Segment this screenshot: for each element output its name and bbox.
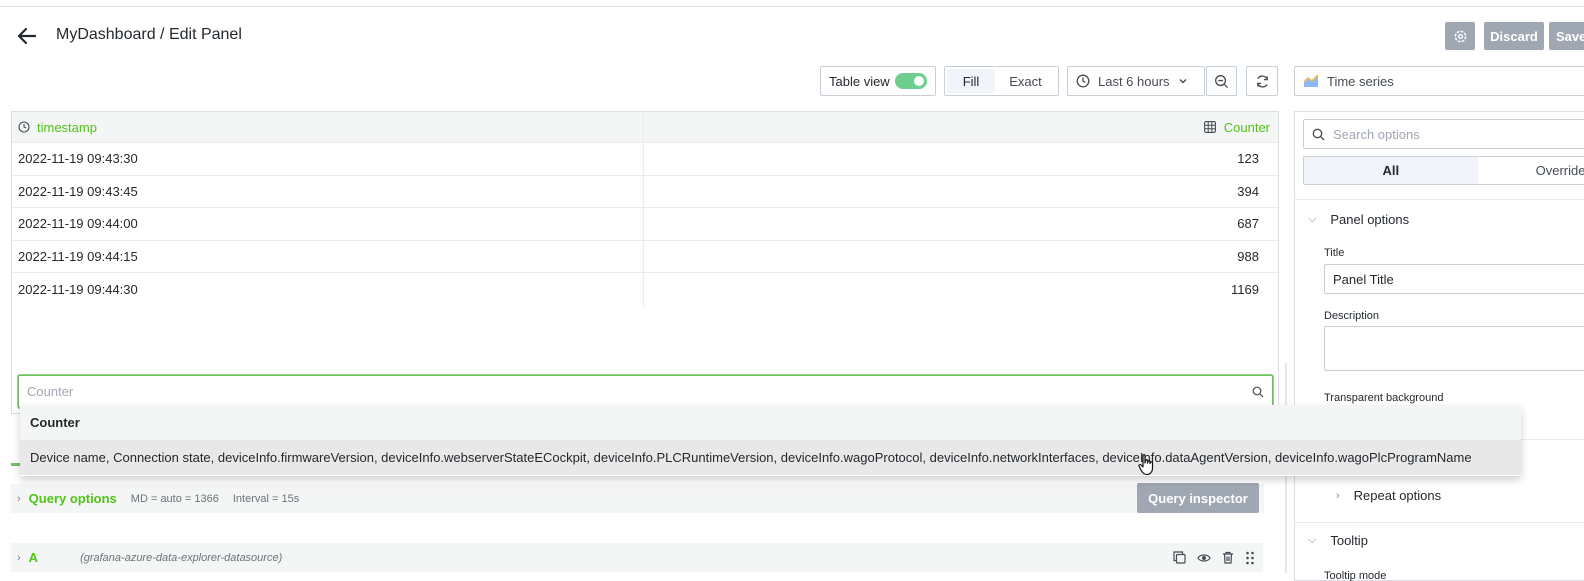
top-divider xyxy=(0,6,1584,7)
counter-cell: 394 xyxy=(1237,183,1259,199)
table-row: 2022-11-19 09:44:30 1169 xyxy=(12,273,1278,306)
table-row: 2022-11-19 09:43:45 394 xyxy=(12,175,1278,208)
repeat-options-header[interactable]: › Repeat options xyxy=(1336,488,1441,503)
table-row: 2022-11-19 09:44:15 988 xyxy=(12,240,1278,273)
discard-button[interactable]: Discard xyxy=(1484,22,1544,50)
visualization-label: Time series xyxy=(1327,73,1394,89)
options-tab-switcher: All Overrides xyxy=(1303,156,1584,185)
table-panel: timestamp Counter 2022-11-19 09:43:30 12… xyxy=(11,111,1279,414)
drag-handle-icon[interactable] xyxy=(1245,551,1255,565)
tooltip-header[interactable]: ⌵ Tooltip xyxy=(1308,533,1368,548)
panel-title-input[interactable] xyxy=(1324,264,1584,294)
interval-value: Interval = 15s xyxy=(232,492,300,505)
chevron-down-icon: ⌵ xyxy=(1308,213,1317,225)
field-select[interactable] xyxy=(18,375,1273,408)
tab-all[interactable]: All xyxy=(1304,157,1478,184)
tooltip-mode-label: Tooltip mode xyxy=(1324,570,1387,581)
exact-option[interactable]: Exact xyxy=(995,69,1056,93)
eye-icon[interactable] xyxy=(1197,552,1211,564)
timestamp-cell: 2022-11-19 09:44:15 xyxy=(12,240,644,272)
query-datasource: (grafana-azure-data-explorer-datasource) xyxy=(80,551,283,564)
table-view-toggle[interactable]: Table view xyxy=(820,66,936,96)
gear-icon xyxy=(1454,30,1466,42)
options-search-input[interactable] xyxy=(1333,126,1573,142)
counter-cell: 687 xyxy=(1237,216,1259,232)
column-header-counter[interactable]: Counter xyxy=(644,112,1278,143)
transparent-background-label: Transparent background xyxy=(1324,392,1444,404)
fill-option[interactable]: Fill xyxy=(947,69,995,93)
divider xyxy=(1295,199,1584,200)
title-label: Title xyxy=(1324,247,1345,259)
repeat-options-label: Repeat options xyxy=(1353,488,1442,503)
chevron-down-icon xyxy=(1179,79,1187,84)
table-row: 2022-11-19 09:43:30 123 xyxy=(12,143,1278,176)
time-range-picker[interactable]: Last 6 hours xyxy=(1067,66,1205,96)
back-button[interactable] xyxy=(12,24,42,48)
timestamp-cell: 2022-11-19 09:44:30 xyxy=(12,273,644,306)
chevron-down-icon: ⌵ xyxy=(1308,534,1317,546)
clock-icon xyxy=(18,121,30,133)
query-options-bar[interactable]: › Query options MD = auto = 1366 Interva… xyxy=(11,484,1264,513)
option-counter[interactable]: Counter xyxy=(20,405,1521,440)
description-label: Description xyxy=(1324,310,1380,322)
search-icon xyxy=(1252,386,1264,397)
refresh-button[interactable] xyxy=(1246,66,1278,96)
counter-cell: 1169 xyxy=(1231,281,1259,297)
zoom-out-button[interactable] xyxy=(1206,66,1237,96)
option-device-fields[interactable]: Device name, Connection state, deviceInf… xyxy=(20,440,1521,475)
query-inspector-button[interactable]: Query inspector xyxy=(1137,483,1259,513)
column-header-timestamp[interactable]: timestamp xyxy=(12,112,644,143)
counter-cell: 988 xyxy=(1237,248,1259,264)
time-series-icon xyxy=(1303,74,1319,87)
counter-cell: 123 xyxy=(1237,151,1259,167)
arrow-left-icon xyxy=(17,27,37,45)
timestamp-cell: 2022-11-19 09:44:00 xyxy=(12,208,644,240)
save-button[interactable]: Save xyxy=(1549,22,1584,50)
query-actions xyxy=(1173,543,1255,572)
zoom-out-icon xyxy=(1215,74,1229,88)
tooltip-label: Tooltip xyxy=(1330,533,1368,548)
table-icon xyxy=(1203,121,1216,133)
clock-icon xyxy=(1076,74,1090,88)
page-title: MyDashboard / Edit Panel xyxy=(56,26,242,43)
trash-icon[interactable] xyxy=(1222,551,1234,564)
divider xyxy=(1295,522,1584,523)
chevron-right-icon: › xyxy=(1336,489,1340,502)
field-search-input[interactable] xyxy=(27,384,1227,399)
query-row-a: › A (grafana-azure-data-explorer-datasou… xyxy=(11,543,1263,572)
chevron-right-icon[interactable]: › xyxy=(17,552,21,564)
field-options-dropdown: Counter Device name, Connection state, d… xyxy=(20,405,1521,476)
timestamp-cell: 2022-11-19 09:43:45 xyxy=(12,175,644,207)
panel-options-label: Panel options xyxy=(1330,212,1410,227)
max-data-points: MD = auto = 1366 xyxy=(130,492,219,505)
chevron-right-icon: › xyxy=(17,492,21,505)
tab-overrides[interactable]: Overrides xyxy=(1478,157,1584,184)
visualization-picker[interactable]: Time series xyxy=(1294,66,1584,96)
hand-cursor-icon xyxy=(1138,454,1154,476)
fill-exact-selector: Fill Exact xyxy=(944,66,1059,96)
query-letter[interactable]: A xyxy=(29,550,38,565)
refresh-icon xyxy=(1256,74,1268,88)
table-row: 2022-11-19 09:44:00 687 xyxy=(12,208,1278,241)
table-view-label: Table view xyxy=(829,73,890,89)
panel-options-header[interactable]: ⌵ Panel options xyxy=(1308,212,1409,227)
column-header-label: timestamp xyxy=(37,119,97,135)
query-options-label: Query options xyxy=(28,491,117,506)
options-search-box[interactable] xyxy=(1303,119,1584,149)
panel-description-input[interactable] xyxy=(1324,326,1584,371)
timestamp-cell: 2022-11-19 09:43:30 xyxy=(12,143,644,175)
copy-icon[interactable] xyxy=(1173,551,1186,564)
dashboard-settings-button[interactable] xyxy=(1445,22,1475,50)
toggle-switch[interactable] xyxy=(895,73,927,89)
column-header-label: Counter xyxy=(1223,119,1270,135)
time-range-label: Last 6 hours xyxy=(1098,73,1170,89)
search-icon xyxy=(1312,128,1325,140)
